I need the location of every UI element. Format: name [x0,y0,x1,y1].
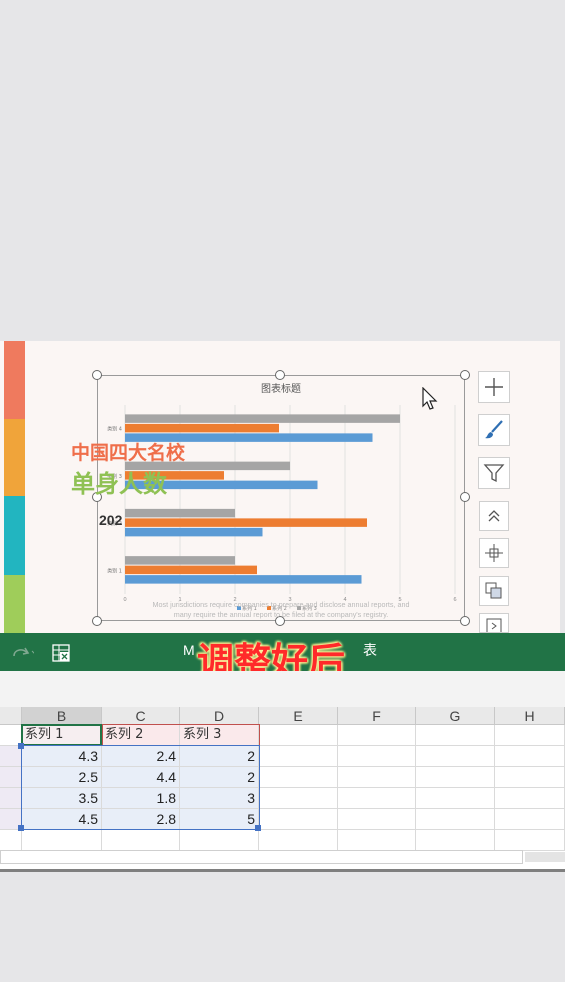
color-strip-2 [4,419,25,496]
cell[interactable] [495,725,565,746]
overlay-title-line2: 单身人数 [71,471,167,498]
cell[interactable] [338,725,416,746]
horizontal-scrollbar[interactable] [0,850,523,864]
crop-position-button[interactable] [479,538,509,568]
table-icon[interactable] [51,643,71,663]
chevron-up-icon [488,510,500,522]
values-range-outline [21,745,260,830]
bar-2-2[interactable] [125,518,367,527]
filter-icon [483,464,505,483]
series-name-range-outline [102,724,260,746]
bar-2-4[interactable] [125,423,279,433]
brush-icon [485,420,503,439]
cell[interactable] [416,725,495,746]
crop-icon [485,544,503,562]
cell[interactable] [259,767,338,788]
cell[interactable] [338,830,416,851]
next-icon [486,618,502,632]
scrollbar-track-end [525,852,565,862]
cell[interactable] [338,767,416,788]
mouse-cursor-icon [422,387,438,410]
color-strip-4 [4,575,25,633]
column-header-c[interactable]: C [102,707,180,725]
row-header-corner [0,707,22,725]
overlay-title-line3: 202 [99,512,123,528]
cell[interactable] [180,830,259,851]
chart-caption-line-2: many require the annual report to be fil… [174,610,389,619]
column-header-h[interactable]: H [495,707,565,725]
cell[interactable] [495,830,565,851]
cell[interactable] [259,746,338,767]
cell-a-stub[interactable] [0,767,22,788]
color-strip-3 [4,496,25,575]
column-header-e[interactable]: E [259,707,338,725]
chart-title[interactable]: 图表标题 [261,382,301,395]
cell[interactable] [102,830,180,851]
chart-styles-button[interactable] [478,414,510,446]
cell[interactable] [0,830,22,851]
range-handle[interactable] [18,743,24,749]
cell[interactable] [259,830,338,851]
cell[interactable] [495,767,565,788]
bar-3-2[interactable] [125,508,235,518]
bar-3-1[interactable] [125,556,235,565]
cell[interactable] [338,746,416,767]
bar-2-1[interactable] [125,565,257,575]
x-tick-label: 6 [453,597,456,603]
plus-icon [485,378,503,396]
sheet-bottom-border [0,869,565,872]
cell[interactable] [416,830,495,851]
color-strip-1 [4,341,25,419]
column-header-f[interactable]: F [338,707,416,725]
redo-icon[interactable] [10,643,34,661]
chart-caption-line-1: Most jurisdictions require companies to … [153,600,410,609]
more-button[interactable] [479,613,509,633]
cell[interactable] [416,767,495,788]
chart-elements-button[interactable] [478,371,510,403]
cell[interactable] [416,809,495,830]
collapse-button[interactable] [479,501,509,531]
cell[interactable] [495,788,565,809]
arrange-button[interactable] [479,576,509,606]
layers-icon [485,582,502,599]
cell[interactable] [416,788,495,809]
cell[interactable] [416,746,495,767]
cell-a-stub[interactable] [0,746,22,767]
column-header-d[interactable]: D [180,707,259,725]
cell[interactable] [338,809,416,830]
cell[interactable] [259,725,338,746]
formula-bar-area [0,671,565,708]
cell[interactable] [495,746,565,767]
column-header-g[interactable]: G [416,707,495,725]
window-title-left: M [183,642,195,658]
cell[interactable] [495,809,565,830]
cell[interactable] [338,788,416,809]
range-handle[interactable] [255,825,261,831]
cell[interactable] [22,830,102,851]
cell-a-stub[interactable] [0,788,22,809]
bar-1-2[interactable] [125,527,263,537]
chart-filters-button[interactable] [478,457,510,489]
cell[interactable] [259,809,338,830]
range-handle[interactable] [18,825,24,831]
window-title-right: 表 [363,642,377,658]
bar-3-4[interactable] [125,414,400,423]
y-tick-label: 类别 4 [107,426,122,433]
active-cell-outline [21,724,102,746]
x-tick-label: 0 [123,597,126,603]
cell[interactable] [259,788,338,809]
y-tick-label: 类别 1 [107,567,122,574]
spreadsheet-grid[interactable]: B C D E F G H 系列 1 系列 2 系列 3 4.3 2.4 2 2… [0,707,565,872]
column-header-b[interactable]: B [22,707,102,725]
overlay-title-line1: 中国四大名校 [71,443,186,464]
bar-1-1[interactable] [125,575,362,584]
